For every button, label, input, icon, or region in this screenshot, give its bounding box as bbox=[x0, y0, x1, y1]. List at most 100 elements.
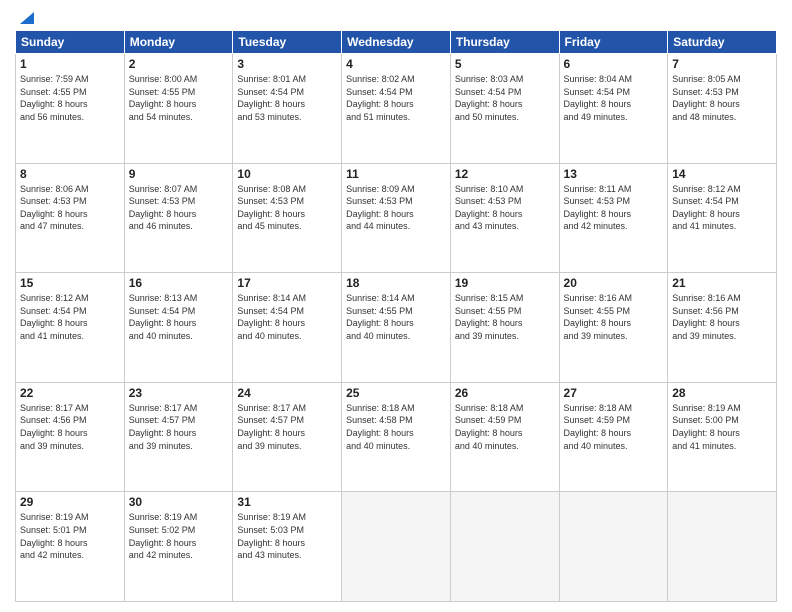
day-number: 4 bbox=[346, 57, 446, 71]
day-details: Sunrise: 8:17 AM Sunset: 4:57 PM Dayligh… bbox=[237, 402, 337, 452]
table-row: 30 Sunrise: 8:19 AM Sunset: 5:02 PM Dayli… bbox=[124, 492, 233, 602]
table-row: 13 Sunrise: 8:11 AM Sunset: 4:53 PM Dayli… bbox=[559, 163, 668, 273]
table-row: 31 Sunrise: 8:19 AM Sunset: 5:03 PM Dayli… bbox=[233, 492, 342, 602]
header-tuesday: Tuesday bbox=[233, 31, 342, 54]
day-details: Sunrise: 8:05 AM Sunset: 4:53 PM Dayligh… bbox=[672, 73, 772, 123]
day-details: Sunrise: 8:07 AM Sunset: 4:53 PM Dayligh… bbox=[129, 183, 229, 233]
table-row: 7 Sunrise: 8:05 AM Sunset: 4:53 PM Daylig… bbox=[668, 54, 777, 164]
header-friday: Friday bbox=[559, 31, 668, 54]
day-number: 20 bbox=[564, 276, 664, 290]
day-details: Sunrise: 8:19 AM Sunset: 5:03 PM Dayligh… bbox=[237, 511, 337, 561]
day-details: Sunrise: 8:10 AM Sunset: 4:53 PM Dayligh… bbox=[455, 183, 555, 233]
table-row: 12 Sunrise: 8:10 AM Sunset: 4:53 PM Dayli… bbox=[450, 163, 559, 273]
day-number: 5 bbox=[455, 57, 555, 71]
table-row: 26Sunrise: 8:18 AM Sunset: 4:59 PM Dayli… bbox=[450, 382, 559, 492]
day-number: 21 bbox=[672, 276, 772, 290]
table-row bbox=[342, 492, 451, 602]
day-number: 2 bbox=[129, 57, 229, 71]
header-wednesday: Wednesday bbox=[342, 31, 451, 54]
day-number: 9 bbox=[129, 167, 229, 181]
day-details: Sunrise: 8:14 AM Sunset: 4:54 PM Dayligh… bbox=[237, 292, 337, 342]
day-details: Sunrise: 8:17 AM Sunset: 4:57 PM Dayligh… bbox=[129, 402, 229, 452]
day-number: 3 bbox=[237, 57, 337, 71]
day-number: 12 bbox=[455, 167, 555, 181]
header-monday: Monday bbox=[124, 31, 233, 54]
table-row: 8 Sunrise: 8:06 AM Sunset: 4:53 PM Daylig… bbox=[16, 163, 125, 273]
day-number: 26 bbox=[455, 386, 555, 400]
table-row: 22Sunrise: 8:17 AM Sunset: 4:56 PM Dayli… bbox=[16, 382, 125, 492]
day-number: 27 bbox=[564, 386, 664, 400]
header-thursday: Thursday bbox=[450, 31, 559, 54]
table-row: 3 Sunrise: 8:01 AM Sunset: 4:54 PM Daylig… bbox=[233, 54, 342, 164]
calendar-week-row: 22Sunrise: 8:17 AM Sunset: 4:56 PM Dayli… bbox=[16, 382, 777, 492]
day-number: 25 bbox=[346, 386, 446, 400]
table-row: 4 Sunrise: 8:02 AM Sunset: 4:54 PM Daylig… bbox=[342, 54, 451, 164]
day-details: Sunrise: 8:08 AM Sunset: 4:53 PM Dayligh… bbox=[237, 183, 337, 233]
day-number: 1 bbox=[20, 57, 120, 71]
table-row: 25 Sunrise: 8:18 AM Sunset: 4:58 PM Dayli… bbox=[342, 382, 451, 492]
day-details: Sunrise: 8:11 AM Sunset: 4:53 PM Dayligh… bbox=[564, 183, 664, 233]
day-number: 7 bbox=[672, 57, 772, 71]
day-number: 11 bbox=[346, 167, 446, 181]
day-details: Sunrise: 8:03 AM Sunset: 4:54 PM Dayligh… bbox=[455, 73, 555, 123]
table-row bbox=[450, 492, 559, 602]
table-row: 19Sunrise: 8:15 AM Sunset: 4:55 PM Dayli… bbox=[450, 273, 559, 383]
table-row: 11Sunrise: 8:09 AM Sunset: 4:53 PM Dayli… bbox=[342, 163, 451, 273]
day-details: Sunrise: 8:02 AM Sunset: 4:54 PM Dayligh… bbox=[346, 73, 446, 123]
table-row bbox=[559, 492, 668, 602]
table-row: 17Sunrise: 8:14 AM Sunset: 4:54 PM Dayli… bbox=[233, 273, 342, 383]
table-row: 15 Sunrise: 8:12 AM Sunset: 4:54 PM Dayli… bbox=[16, 273, 125, 383]
day-details: Sunrise: 8:12 AM Sunset: 4:54 PM Dayligh… bbox=[672, 183, 772, 233]
calendar-table: Sunday Monday Tuesday Wednesday Thursday… bbox=[15, 30, 777, 602]
day-details: Sunrise: 8:16 AM Sunset: 4:55 PM Dayligh… bbox=[564, 292, 664, 342]
day-number: 15 bbox=[20, 276, 120, 290]
day-details: Sunrise: 8:18 AM Sunset: 4:59 PM Dayligh… bbox=[564, 402, 664, 452]
day-details: Sunrise: 8:17 AM Sunset: 4:56 PM Dayligh… bbox=[20, 402, 120, 452]
day-details: Sunrise: 8:04 AM Sunset: 4:54 PM Dayligh… bbox=[564, 73, 664, 123]
day-number: 14 bbox=[672, 167, 772, 181]
table-row: 10 Sunrise: 8:08 AM Sunset: 4:53 PM Dayli… bbox=[233, 163, 342, 273]
day-number: 29 bbox=[20, 495, 120, 509]
day-number: 30 bbox=[129, 495, 229, 509]
day-number: 31 bbox=[237, 495, 337, 509]
table-row: 9 Sunrise: 8:07 AM Sunset: 4:53 PM Daylig… bbox=[124, 163, 233, 273]
day-details: Sunrise: 8:15 AM Sunset: 4:55 PM Dayligh… bbox=[455, 292, 555, 342]
header-saturday: Saturday bbox=[668, 31, 777, 54]
day-number: 6 bbox=[564, 57, 664, 71]
table-row bbox=[668, 492, 777, 602]
table-row: 1Sunrise: 7:59 AM Sunset: 4:55 PM Daylig… bbox=[16, 54, 125, 164]
table-row: 6 Sunrise: 8:04 AM Sunset: 4:54 PM Daylig… bbox=[559, 54, 668, 164]
table-row: 18Sunrise: 8:14 AM Sunset: 4:55 PM Dayli… bbox=[342, 273, 451, 383]
day-details: Sunrise: 8:19 AM Sunset: 5:01 PM Dayligh… bbox=[20, 511, 120, 561]
day-details: Sunrise: 8:00 AM Sunset: 4:55 PM Dayligh… bbox=[129, 73, 229, 123]
day-details: Sunrise: 8:19 AM Sunset: 5:00 PM Dayligh… bbox=[672, 402, 772, 452]
table-row: 29 Sunrise: 8:19 AM Sunset: 5:01 PM Dayli… bbox=[16, 492, 125, 602]
day-number: 10 bbox=[237, 167, 337, 181]
day-details: Sunrise: 8:16 AM Sunset: 4:56 PM Dayligh… bbox=[672, 292, 772, 342]
calendar-week-row: 29 Sunrise: 8:19 AM Sunset: 5:01 PM Dayli… bbox=[16, 492, 777, 602]
table-row: 28Sunrise: 8:19 AM Sunset: 5:00 PM Dayli… bbox=[668, 382, 777, 492]
table-row: 14 Sunrise: 8:12 AM Sunset: 4:54 PM Dayli… bbox=[668, 163, 777, 273]
table-row: 16Sunrise: 8:13 AM Sunset: 4:54 PM Dayli… bbox=[124, 273, 233, 383]
header-sunday: Sunday bbox=[16, 31, 125, 54]
day-details: Sunrise: 8:12 AM Sunset: 4:54 PM Dayligh… bbox=[20, 292, 120, 342]
day-number: 24 bbox=[237, 386, 337, 400]
table-row: 21 Sunrise: 8:16 AM Sunset: 4:56 PM Dayli… bbox=[668, 273, 777, 383]
day-details: Sunrise: 8:18 AM Sunset: 4:58 PM Dayligh… bbox=[346, 402, 446, 452]
header bbox=[15, 10, 777, 24]
calendar-header-row: Sunday Monday Tuesday Wednesday Thursday… bbox=[16, 31, 777, 54]
logo bbox=[15, 10, 34, 24]
day-number: 8 bbox=[20, 167, 120, 181]
page: Sunday Monday Tuesday Wednesday Thursday… bbox=[0, 0, 792, 612]
calendar-week-row: 1Sunrise: 7:59 AM Sunset: 4:55 PM Daylig… bbox=[16, 54, 777, 164]
table-row: 23 Sunrise: 8:17 AM Sunset: 4:57 PM Dayli… bbox=[124, 382, 233, 492]
day-details: Sunrise: 8:06 AM Sunset: 4:53 PM Dayligh… bbox=[20, 183, 120, 233]
table-row: 20 Sunrise: 8:16 AM Sunset: 4:55 PM Dayli… bbox=[559, 273, 668, 383]
day-details: Sunrise: 8:14 AM Sunset: 4:55 PM Dayligh… bbox=[346, 292, 446, 342]
table-row: 2 Sunrise: 8:00 AM Sunset: 4:55 PM Daylig… bbox=[124, 54, 233, 164]
day-details: Sunrise: 8:19 AM Sunset: 5:02 PM Dayligh… bbox=[129, 511, 229, 561]
calendar-week-row: 8 Sunrise: 8:06 AM Sunset: 4:53 PM Daylig… bbox=[16, 163, 777, 273]
day-details: Sunrise: 8:01 AM Sunset: 4:54 PM Dayligh… bbox=[237, 73, 337, 123]
day-number: 13 bbox=[564, 167, 664, 181]
day-number: 23 bbox=[129, 386, 229, 400]
